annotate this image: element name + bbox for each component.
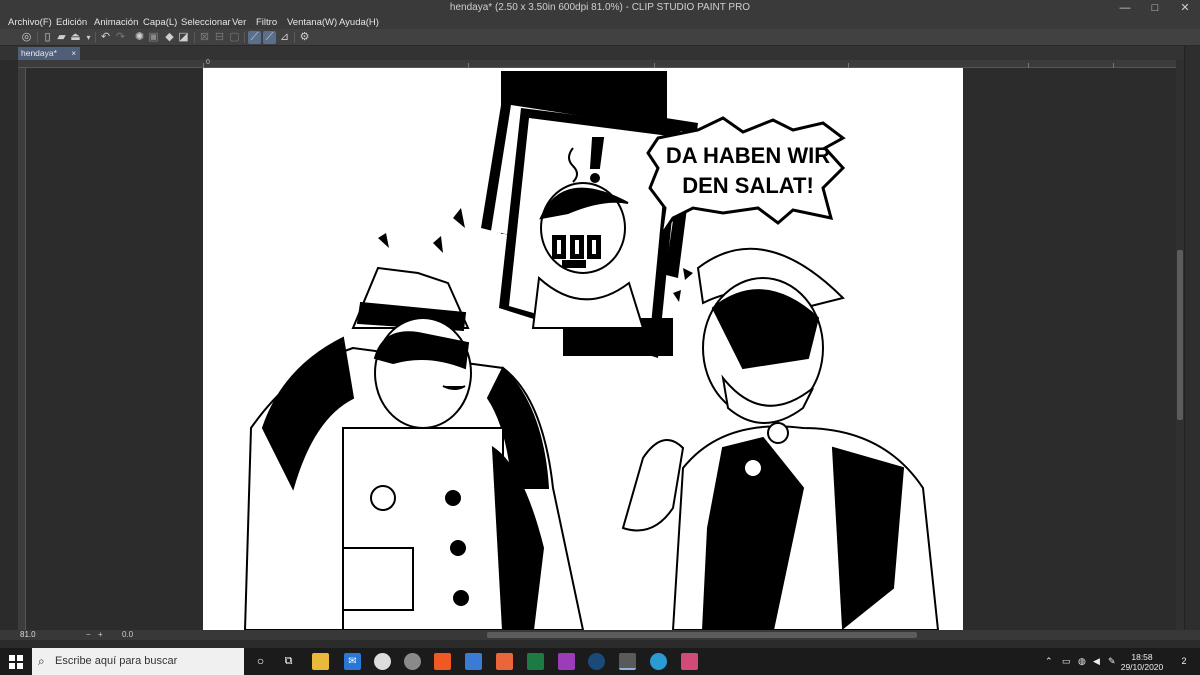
horizontal-ruler: 0 <box>18 59 1176 68</box>
zoom-in-button[interactable]: + <box>98 630 103 639</box>
start-button[interactable] <box>0 648 32 675</box>
network-icon[interactable]: ◍ <box>1078 648 1086 675</box>
app-logo-icon[interactable]: ◎ <box>20 31 33 44</box>
left-figure <box>243 266 585 630</box>
pink-app-icon[interactable] <box>681 653 698 670</box>
loading-icon[interactable]: ✺ <box>133 31 146 44</box>
document-tab-strip: hendaya* × <box>0 46 1200 60</box>
window-title: hendaya* (2.50 x 3.50in 600dpi 81.0%) - … <box>449 2 751 13</box>
search-icon: ⌕ <box>38 654 45 668</box>
vertical-scroll-thumb[interactable] <box>1177 250 1183 420</box>
speech-text-line2: DEN SALAT! <box>682 173 814 198</box>
tray-chevron-icon[interactable]: ⌃ <box>1045 648 1053 675</box>
menu-ventana[interactable]: Ventana(W) <box>287 17 337 28</box>
vertical-scrollbar[interactable] <box>1176 60 1184 630</box>
zoom-out-button[interactable]: − <box>86 630 91 639</box>
status-bar: 81.0 − + 0.0 <box>0 630 1200 640</box>
menu-seleccionar[interactable]: Seleccionar <box>181 17 231 28</box>
menu-ayuda[interactable]: Ayuda(H) <box>339 17 379 28</box>
undo-icon[interactable]: ↶ <box>99 31 112 44</box>
toolbar-divider <box>294 32 295 43</box>
brave-icon[interactable] <box>434 653 451 670</box>
clip-studio-icon[interactable] <box>619 653 636 670</box>
file-explorer-icon[interactable] <box>312 653 329 670</box>
save-icon[interactable]: ⏏ <box>69 31 82 44</box>
menu-edicion[interactable]: Edición <box>56 17 87 28</box>
dropdown-icon[interactable]: ▾ <box>82 31 95 44</box>
steam-icon[interactable] <box>588 653 605 670</box>
onedrive-icon[interactable] <box>465 653 482 670</box>
settings-icon[interactable]: ⚙ <box>298 31 311 44</box>
windows-taskbar: ⌕ Escribe aquí para buscar ○ ⧉ ✉ ⌃ ▭ ◍ ◀… <box>0 648 1200 675</box>
invert-icon[interactable]: ⊟ <box>213 31 226 44</box>
menu-bar: Archivo(F) Edición Animación Capa(L) Sel… <box>0 16 1200 29</box>
canvas-area[interactable]: DA HABEN WIR DEN SALAT! <box>26 68 1176 630</box>
ruler-origin-label: 0 <box>206 59 210 66</box>
command-bar: ◎ ▯ ▰ ⏏ ▾ ↶ ↷ ✺ ▣ ◆ ◪ ⊠ ⊟ ▢ ⟋ ⟋ ⊿ ⚙ <box>0 29 1200 46</box>
notification-count: 2 <box>1181 656 1187 666</box>
side-panel-strip <box>1184 46 1200 638</box>
office-doc-icon[interactable] <box>496 653 513 670</box>
document-tab-label: hendaya* <box>21 48 57 58</box>
fill-icon[interactable]: ◆ <box>163 31 176 44</box>
notification-center-button[interactable]: 2 <box>1175 648 1193 675</box>
clear-icon[interactable]: ▣ <box>147 31 160 44</box>
speech-text-line1: DA HABEN WIR <box>666 143 830 168</box>
snap-grid-icon[interactable]: ⊿ <box>278 31 291 44</box>
comic-illustration: DA HABEN WIR DEN SALAT! <box>243 71 940 630</box>
task-view-icon[interactable]: ⧉ <box>280 653 297 670</box>
horizontal-scroll-thumb[interactable] <box>487 632 917 638</box>
taskbar-clock[interactable]: 18:58 29/10/2020 <box>1117 652 1167 672</box>
taskbar-search[interactable]: ⌕ Escribe aquí para buscar <box>32 648 244 675</box>
menu-animacion[interactable]: Animación <box>94 17 138 28</box>
close-tab-icon[interactable]: × <box>71 47 76 60</box>
toolbar-divider <box>244 32 245 43</box>
pen-icon[interactable]: ✎ <box>1108 648 1116 675</box>
toolbar-divider <box>95 32 96 43</box>
windows-logo-icon <box>9 654 23 669</box>
border-icon[interactable]: ▢ <box>228 31 241 44</box>
menu-archivo[interactable]: Archivo(F) <box>8 17 52 28</box>
title-bar: hendaya* (2.50 x 3.50in 600dpi 81.0%) - … <box>0 0 1200 16</box>
deselect-icon[interactable]: ⊠ <box>198 31 211 44</box>
maximize-button[interactable]: □ <box>1140 0 1170 16</box>
vertical-ruler <box>18 68 26 630</box>
open-folder-icon[interactable]: ▰ <box>55 31 68 44</box>
toolbar-divider <box>194 32 195 43</box>
volume-icon[interactable]: ◀ <box>1093 648 1100 675</box>
menu-capa[interactable]: Capa(L) <box>143 17 177 28</box>
new-file-icon[interactable]: ▯ <box>41 31 54 44</box>
minimize-button[interactable]: — <box>1110 0 1140 16</box>
document-tab[interactable]: hendaya* × <box>18 47 80 60</box>
redo-icon[interactable]: ↷ <box>114 31 127 44</box>
search-placeholder: Escribe aquí para buscar <box>55 655 178 667</box>
swirl-app-icon[interactable] <box>404 653 421 670</box>
zoom-value[interactable]: 81.0 <box>20 630 36 639</box>
snap-special-ruler-icon[interactable]: ⟋ <box>263 31 276 44</box>
rotation-value[interactable]: 0.0 <box>122 630 133 639</box>
snap-ruler-icon[interactable]: ⟋ <box>248 31 261 44</box>
clock-date: 29/10/2020 <box>1120 662 1164 672</box>
telegram-icon[interactable] <box>650 653 667 670</box>
transform-icon[interactable]: ◪ <box>177 31 190 44</box>
menu-filtro[interactable]: Filtro <box>256 17 277 28</box>
clock-time: 18:58 <box>1131 652 1153 662</box>
battery-icon[interactable]: ▭ <box>1062 648 1071 675</box>
menu-ver[interactable]: Ver <box>232 17 246 28</box>
chrome-icon[interactable] <box>374 653 391 670</box>
toolbar-divider <box>37 32 38 43</box>
purple-app-icon[interactable] <box>558 653 575 670</box>
close-button[interactable]: ✕ <box>1170 0 1200 16</box>
excel-icon[interactable] <box>527 653 544 670</box>
mail-icon[interactable]: ✉ <box>344 653 361 670</box>
paper-canvas[interactable]: DA HABEN WIR DEN SALAT! <box>203 68 963 630</box>
cortana-icon[interactable]: ○ <box>252 653 269 670</box>
right-figure <box>621 247 940 630</box>
